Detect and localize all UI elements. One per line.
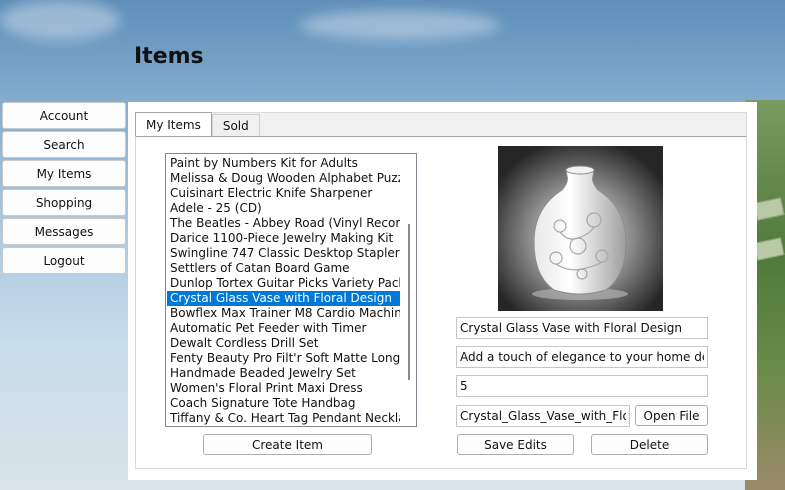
items-panel: My Items Sold Paint by Numbers Kit for A… [128,102,757,480]
nav-shopping-button[interactable]: Shopping [2,189,126,216]
list-item[interactable]: Bowflex Max Trainer M8 Cardio Machine [167,306,400,321]
vase-image [498,146,663,311]
image-file-field[interactable] [456,405,630,427]
list-item[interactable]: Fenty Beauty Pro Filt'r Soft Matte Longw… [167,351,400,366]
list-item[interactable]: Women's Floral Print Maxi Dress [167,381,400,396]
list-item[interactable]: Paint by Numbers Kit for Adults [167,156,400,171]
nav-account-button[interactable]: Account [2,102,126,129]
list-item[interactable]: Settlers of Catan Board Game [167,261,400,276]
list-item[interactable]: Melissa & Doug Wooden Alphabet Puzzle [167,171,400,186]
list-scrollbar[interactable] [402,154,416,426]
delete-button[interactable]: Delete [591,434,708,455]
list-item[interactable]: Swingline 747 Classic Desktop Stapler [167,246,400,261]
tab-sold[interactable]: Sold [211,114,260,136]
list-item[interactable]: Coach Signature Tote Handbag [167,396,400,411]
create-item-button[interactable]: Create Item [203,434,372,455]
list-item[interactable]: Tiffany & Co. Heart Tag Pendant Necklace [167,411,400,426]
item-image [498,146,663,311]
list-item[interactable]: Automatic Pet Feeder with Timer [167,321,400,336]
page-title: Items [134,44,204,69]
tab-my-items[interactable]: My Items [135,112,212,136]
nav-my-items-button[interactable]: My Items [2,160,126,187]
side-nav: Account Search My Items Shopping Message… [2,102,126,276]
items-listbox[interactable]: Paint by Numbers Kit for Adults Melissa &… [165,153,417,427]
nav-logout-button[interactable]: Logout [2,247,126,274]
tab-bar: My Items Sold [135,112,260,137]
item-name-field[interactable] [456,317,708,339]
list-item[interactable]: Cuisinart Electric Knife Sharpener [167,186,400,201]
list-item[interactable]: Dewalt Cordless Drill Set [167,336,400,351]
nav-messages-button[interactable]: Messages [2,218,126,245]
nav-search-button[interactable]: Search [2,131,126,158]
item-description-field[interactable] [456,346,708,368]
scrollbar-thumb[interactable] [408,224,410,380]
list-item[interactable]: Handmade Beaded Jewelry Set [167,366,400,381]
item-price-field[interactable] [456,375,708,397]
save-edits-button[interactable]: Save Edits [457,434,574,455]
items-list: Paint by Numbers Kit for Adults Melissa &… [167,156,400,426]
list-item[interactable]: Darice 1100-Piece Jewelry Making Kit [167,231,400,246]
background-cloud [0,0,120,40]
list-item[interactable]: Crystal Glass Vase with Floral Design [167,291,400,306]
list-item[interactable]: Dunlop Tortex Guitar Picks Variety Pack [167,276,400,291]
background-cloud [300,10,500,40]
list-item[interactable]: The Beatles - Abbey Road (Vinyl Record) [167,216,400,231]
open-file-button[interactable]: Open File [635,405,708,426]
list-item[interactable]: Adele - 25 (CD) [167,201,400,216]
